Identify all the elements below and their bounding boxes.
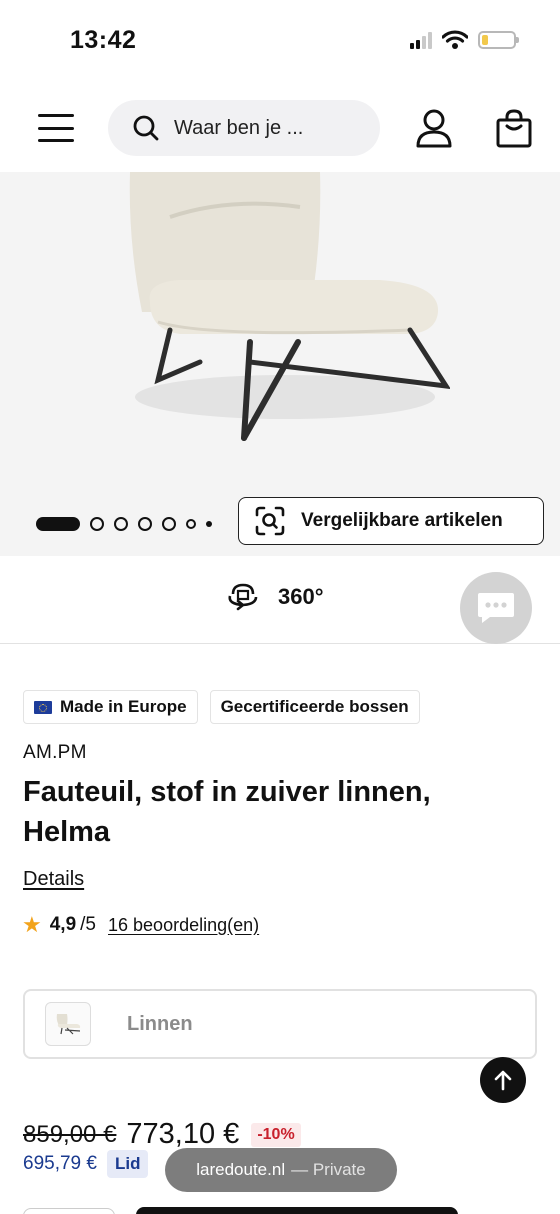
variant-selector[interactable]: Linnen [23, 989, 537, 1059]
similar-items-label: Vergelijkbare artikelen [301, 510, 503, 531]
hamburger-menu-icon[interactable] [38, 114, 74, 142]
eu-flag-icon [34, 700, 52, 714]
view-360-label: 360° [278, 584, 324, 609]
battery-icon [478, 31, 519, 49]
variant-label: Linnen [127, 1012, 193, 1035]
current-price: 773,10 € [126, 1118, 240, 1150]
star-icon: ★ [22, 912, 42, 937]
visual-search-icon [255, 506, 285, 536]
member-badge[interactable]: Lid [106, 1150, 149, 1178]
price-row: 859,00 € 773,10 € -10% [23, 1118, 301, 1151]
carousel-dot[interactable] [138, 517, 152, 531]
quantity-button[interactable] [23, 1208, 115, 1214]
old-price: 859,00 € [23, 1120, 117, 1148]
status-icons [410, 30, 519, 50]
variant-thumbnail [45, 1002, 91, 1046]
product-image-gallery[interactable]: Vergelijkbare artikelen [0, 172, 560, 556]
search-placeholder: Waar ben je ... [174, 116, 304, 139]
product-title: Fauteuil, stof in zuiver linnen, Helma [23, 776, 431, 848]
account-icon[interactable] [414, 108, 454, 150]
browser-private-mode: — Private [291, 1160, 366, 1179]
status-bar: 13:42 [0, 0, 560, 84]
status-time: 13:42 [70, 26, 137, 54]
search-icon [133, 115, 159, 141]
rotate-360-icon [228, 583, 258, 611]
carousel-dot[interactable] [206, 521, 212, 527]
arrow-up-icon [494, 1070, 512, 1091]
carousel-dot-active[interactable] [36, 517, 80, 531]
made-in-europe-badge: Made in Europe [23, 690, 198, 724]
member-price: 695,79 € [23, 1153, 97, 1174]
search-input[interactable]: Waar ben je ... [108, 100, 380, 156]
chat-bubble-icon [478, 593, 514, 623]
carousel-indicator[interactable] [36, 517, 212, 531]
carousel-dot[interactable] [90, 517, 104, 531]
carousel-dot[interactable] [186, 519, 196, 529]
certified-forests-badge: Gecertificeerde bossen [209, 690, 420, 724]
reviews-link[interactable]: 16 beoordeling(en) [108, 915, 259, 936]
view-360-button[interactable]: 360° [226, 582, 324, 612]
product-rating: ★ 4,9 /5 16 beoordeling(en) [22, 912, 259, 938]
similar-items-button[interactable]: Vergelijkbare artikelen [238, 497, 544, 545]
rating-score: 4,9 [49, 914, 77, 935]
armchair-product-image [129, 172, 450, 441]
discount-badge: -10% [251, 1122, 301, 1147]
scroll-to-top-button[interactable] [480, 1057, 526, 1103]
view-360-row: 360° [0, 556, 560, 644]
product-badges: Made in Europe Gecertificeerde bossen [23, 690, 420, 724]
shopping-bag-icon[interactable] [494, 108, 534, 150]
chat-button[interactable] [460, 572, 532, 644]
browser-domain: laredoute.nl [196, 1160, 286, 1179]
browser-url-pill[interactable]: laredoute.nl — Private [165, 1148, 397, 1192]
details-link[interactable]: Details [23, 868, 84, 891]
member-price-row: 695,79 € Lid [23, 1150, 149, 1178]
carousel-dot[interactable] [114, 517, 128, 531]
site-header: Waar ben je ... [0, 84, 560, 172]
cellular-signal-icon [410, 31, 432, 49]
wifi-icon [442, 30, 468, 49]
armchair-thumbnail-icon [56, 1014, 81, 1035]
rating-max: /5 [80, 914, 97, 935]
product-brand[interactable]: AM.PM [23, 742, 87, 764]
carousel-dot[interactable] [162, 517, 176, 531]
add-to-cart-button[interactable] [136, 1207, 458, 1214]
